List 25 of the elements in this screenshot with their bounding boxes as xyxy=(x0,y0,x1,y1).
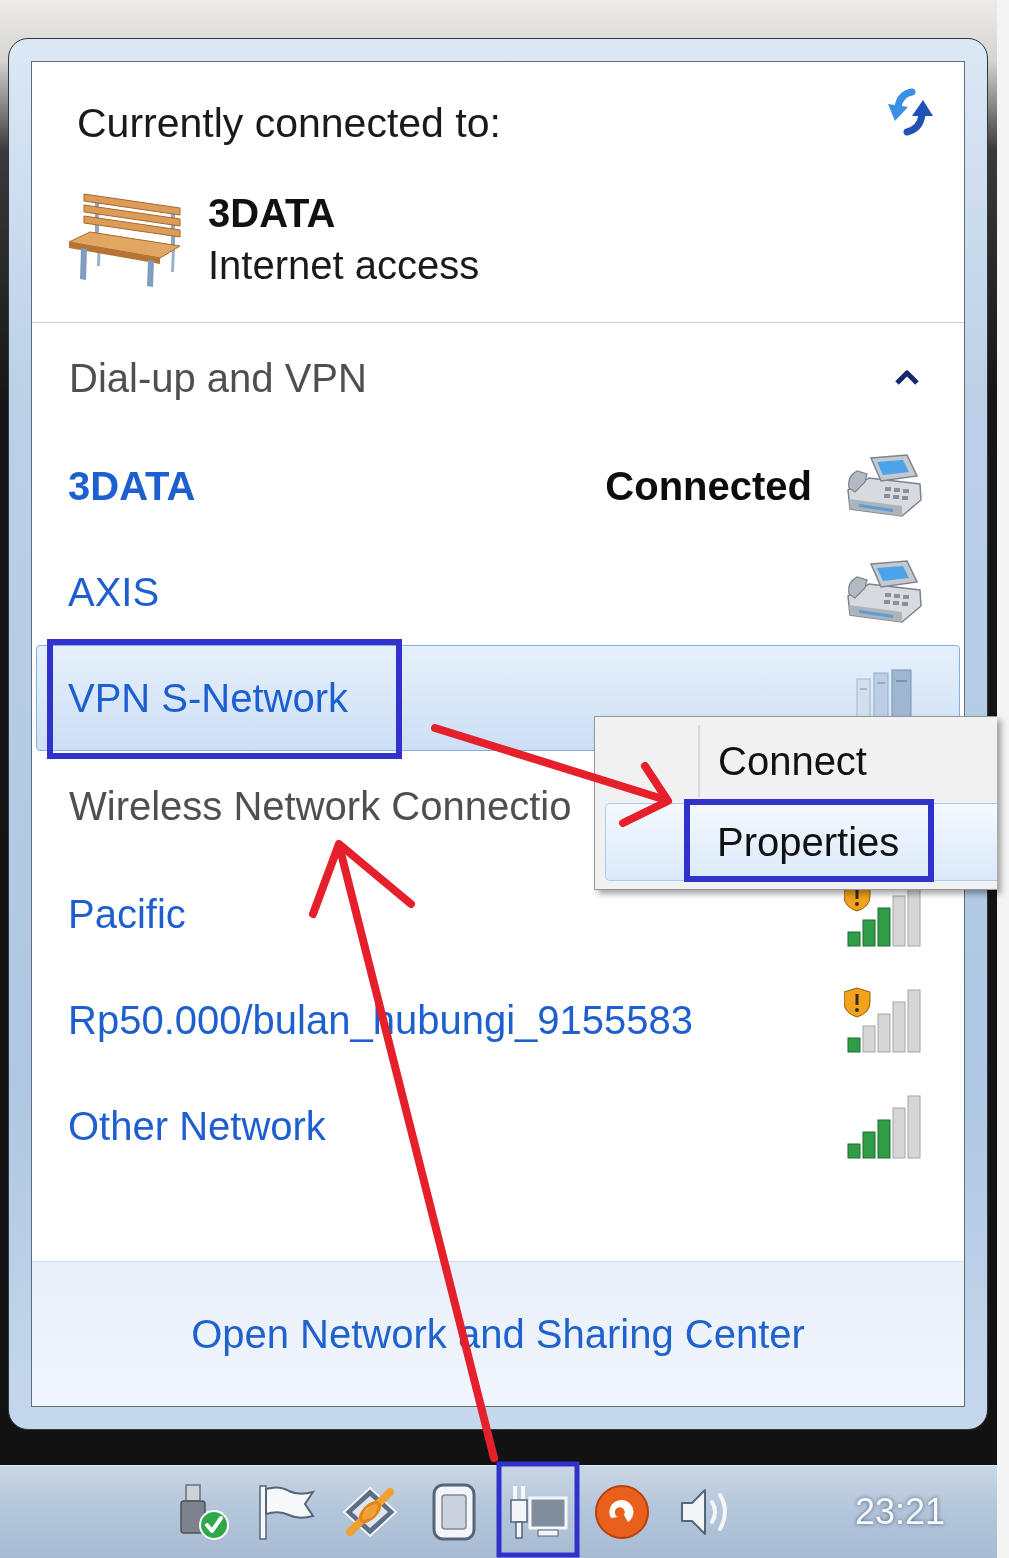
swirl-icon[interactable] xyxy=(594,1484,650,1540)
flag-icon[interactable] xyxy=(257,1484,315,1540)
section-title: Wireless Network Connectio xyxy=(69,783,572,829)
menu-item[interactable]: Properties xyxy=(605,803,997,881)
bench-icon xyxy=(68,190,182,288)
network-list-item[interactable]: AXIS xyxy=(36,539,960,645)
monitor-plug-icon[interactable] xyxy=(508,1484,568,1540)
telephone-icon xyxy=(845,560,923,624)
chevron-up-icon[interactable] xyxy=(894,370,920,386)
refresh-icon[interactable] xyxy=(885,88,935,136)
telephone-icon xyxy=(845,454,923,518)
network-name: VPN S-Network xyxy=(68,675,349,721)
battery-icon[interactable] xyxy=(432,1483,476,1541)
network-name: AXIS xyxy=(68,569,160,615)
diamond-icon[interactable] xyxy=(342,1486,398,1538)
network-name: 3DATA xyxy=(68,463,196,509)
network-list-item[interactable]: 3DATA Connected xyxy=(36,433,960,539)
connection-status: Connected xyxy=(605,463,812,509)
network-name: Other Network xyxy=(68,1103,326,1149)
section-title: Dial-up and VPN xyxy=(69,355,367,401)
network-list-item[interactable]: Other Network xyxy=(36,1073,960,1179)
connection-access: Internet access xyxy=(208,242,480,288)
connection-name: 3DATA xyxy=(208,190,337,236)
network-name: Pacific xyxy=(68,891,186,937)
connection-heading: Currently connected to: xyxy=(77,100,501,146)
